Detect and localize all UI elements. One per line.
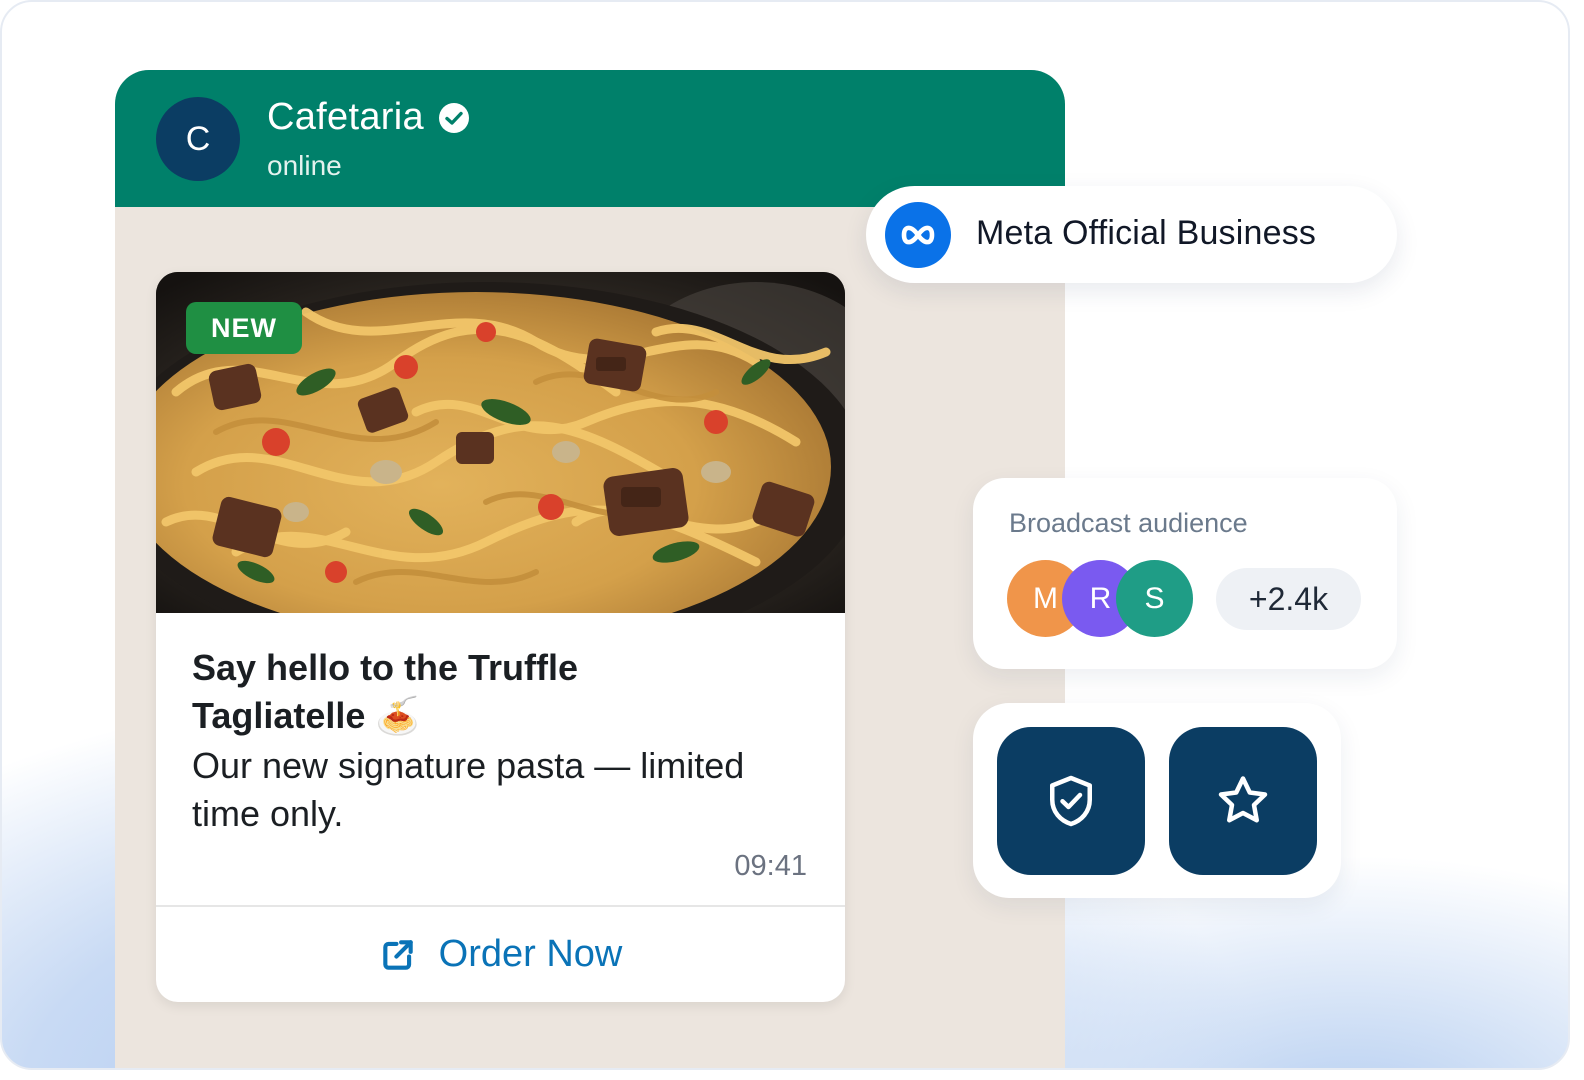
meta-badge-label: Meta Official Business <box>976 214 1317 252</box>
order-now-label: Order Now <box>438 933 623 975</box>
chat-name: Cafetaria <box>267 96 424 138</box>
canvas: C Cafetaria online NEW Say hello to the … <box>0 0 1570 1070</box>
message-title: Say hello to the Truffle Tagliatelle 🍝 <box>192 647 579 736</box>
shield-check-icon <box>1050 775 1092 827</box>
pasta-photo: NEW <box>156 272 845 613</box>
external-link-icon <box>382 939 413 970</box>
meta-official-business-badge: Meta Official Business <box>866 186 1397 283</box>
audience-count: +2.4k <box>1216 568 1361 630</box>
verified-check-icon <box>438 102 469 133</box>
message-body: Our new signature pasta — limited time o… <box>192 745 745 834</box>
message-card: NEW Say hello to the Truffle Tagliatelle… <box>156 272 845 1002</box>
broadcast-audience-card: Broadcast audience M R S +2.4k <box>973 478 1397 669</box>
star-icon <box>1218 776 1268 823</box>
meta-logo-icon <box>885 202 951 268</box>
message-time: 09:41 <box>734 850 807 882</box>
feature-tiles <box>973 703 1341 898</box>
audience-label: Broadcast audience <box>1009 508 1248 538</box>
star-tile-button[interactable] <box>1169 727 1317 875</box>
chat-avatar[interactable]: C <box>156 97 240 181</box>
new-badge: NEW <box>186 302 302 354</box>
chat-status: online <box>267 150 342 181</box>
audience-avatar-s: S <box>1116 560 1193 637</box>
shield-tile-button[interactable] <box>997 727 1145 875</box>
order-now-button[interactable]: Order Now <box>156 907 845 1002</box>
chat-name-row: Cafetaria <box>267 96 470 139</box>
